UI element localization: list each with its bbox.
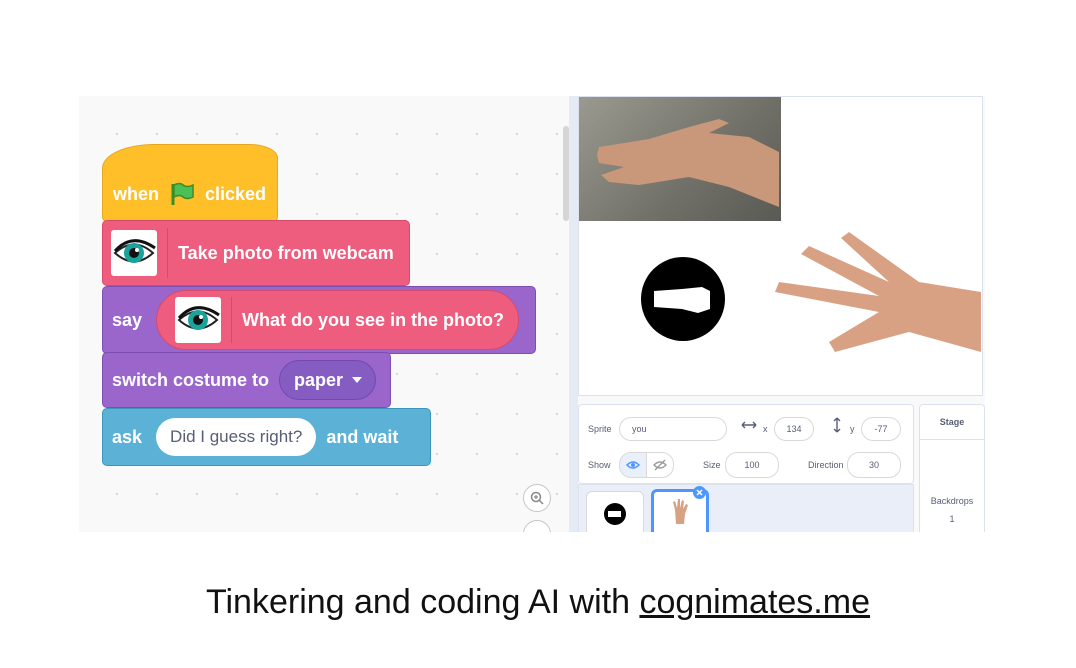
direction-value: 30 xyxy=(868,460,879,470)
eye-visible-icon xyxy=(626,460,640,470)
stage-selector-panel[interactable]: Stage Backdrops 1 xyxy=(919,404,985,532)
size-label: Size xyxy=(703,460,721,470)
eye-icon xyxy=(111,230,157,276)
stage-canvas[interactable] xyxy=(578,96,983,396)
pane-divider xyxy=(569,96,578,532)
sprite-info-panel: Sprite you x 134 y -77 Show Size 100 Dir… xyxy=(578,404,914,484)
zoom-out-button[interactable] xyxy=(523,520,551,532)
fist-icon xyxy=(652,283,714,315)
hand-icon xyxy=(769,222,981,362)
direction-field[interactable]: 30 xyxy=(847,452,901,478)
x-value: 134 xyxy=(786,424,802,434)
hand-photo-icon xyxy=(597,119,779,207)
say-block[interactable]: say What do you see in the photo? xyxy=(102,286,536,354)
y-field[interactable]: -77 xyxy=(861,417,901,441)
question-text: What do you see in the photo? xyxy=(242,309,505,330)
delete-sprite-button[interactable] xyxy=(693,486,706,499)
y-label: y xyxy=(850,424,855,434)
hat-when-text: when xyxy=(113,183,160,204)
y-arrows-icon xyxy=(831,417,843,433)
eye-icon xyxy=(175,297,222,343)
rock-sprite[interactable] xyxy=(641,257,725,341)
ask-text: ask xyxy=(112,426,143,447)
sprite-list xyxy=(578,484,914,532)
when-flag-clicked-block[interactable]: when clicked xyxy=(102,144,278,222)
webcam-photo xyxy=(579,97,781,221)
direction-label: Direction xyxy=(808,460,844,470)
take-photo-label: Take photo from webcam xyxy=(178,242,394,263)
say-text: say xyxy=(112,309,143,330)
code-area[interactable]: when clicked Take photo from webcam say … xyxy=(79,96,569,532)
show-label: Show xyxy=(588,460,611,470)
caret-down-icon xyxy=(351,376,363,384)
sprite-name-field[interactable]: you xyxy=(619,417,727,441)
sprite-label: Sprite xyxy=(588,424,612,434)
x-arrows-icon xyxy=(741,419,757,431)
and-wait-text: and wait xyxy=(326,426,399,447)
switch-costume-label: switch costume to xyxy=(112,369,270,390)
costume-dropdown-value: paper xyxy=(294,369,344,390)
hand-thumb-icon xyxy=(670,498,690,524)
zoom-in-icon xyxy=(530,491,544,505)
green-flag-icon xyxy=(169,182,195,206)
rock-thumb-icon xyxy=(603,502,627,526)
ask-and-wait-block[interactable]: ask Did I guess right? and wait xyxy=(102,408,431,466)
size-field[interactable]: 100 xyxy=(725,452,779,478)
costume-dropdown[interactable]: paper xyxy=(279,360,377,400)
show-visible-button[interactable] xyxy=(619,452,647,478)
scratch-editor-screenshot: when clicked Take photo from webcam say … xyxy=(79,96,985,532)
cognimates-link[interactable]: cognimates.me xyxy=(639,583,870,621)
switch-costume-block[interactable]: switch costume to paper xyxy=(102,352,391,408)
backdrops-label: Backdrops xyxy=(930,496,974,506)
x-label: x xyxy=(763,424,768,434)
stage-title: Stage xyxy=(939,417,965,427)
y-value: -77 xyxy=(874,424,888,434)
eye-hidden-icon xyxy=(653,459,667,471)
open-hand-sprite[interactable] xyxy=(769,222,981,362)
sprite-name-value: you xyxy=(632,424,647,434)
photo-question-reporter[interactable]: What do you see in the photo? xyxy=(156,290,520,350)
close-icon xyxy=(696,489,703,496)
x-field[interactable]: 134 xyxy=(774,417,814,441)
hat-clicked-text: clicked xyxy=(205,183,267,204)
slide-caption: Tinkering and coding AI with cognimates.… xyxy=(0,583,1076,622)
zoom-in-button[interactable] xyxy=(523,484,551,512)
take-photo-block[interactable]: Take photo from webcam xyxy=(102,220,410,286)
sprite-thumbnail-rock[interactable] xyxy=(586,491,644,532)
size-value: 100 xyxy=(744,460,760,470)
ask-input-value: Did I guess right? xyxy=(170,427,303,446)
caption-text: Tinkering and coding AI with xyxy=(206,583,640,621)
show-hidden-button[interactable] xyxy=(646,452,674,478)
ask-text-input[interactable]: Did I guess right? xyxy=(156,418,317,456)
backdrops-count: 1 xyxy=(949,514,955,524)
